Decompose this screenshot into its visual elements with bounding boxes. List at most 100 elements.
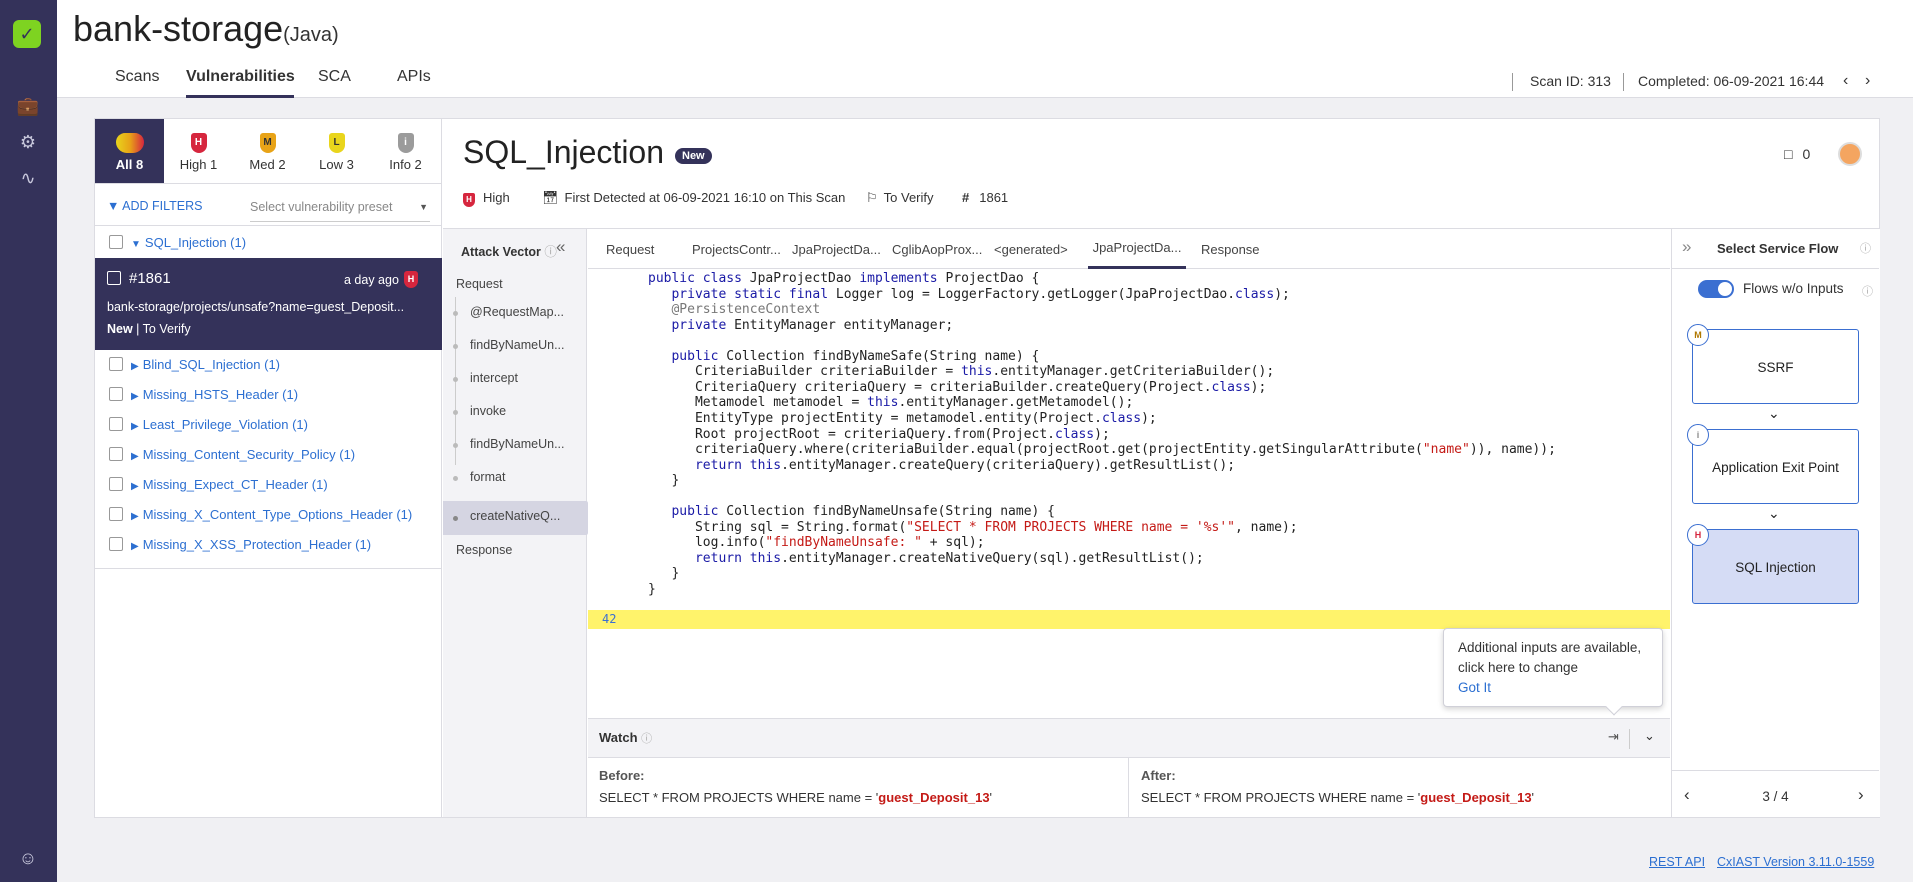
divider bbox=[1629, 729, 1630, 749]
high-severity-icon: H bbox=[190, 133, 207, 153]
severity-indicator: H High bbox=[463, 190, 510, 207]
vuln-group-missing-x-content-type[interactable]: ▶ Missing_X_Content_Type_Options_Header (… bbox=[109, 503, 412, 527]
chart-line-icon[interactable]: ∿ bbox=[16, 166, 40, 190]
code-tab[interactable]: ProjectsContr... bbox=[692, 242, 781, 257]
flows-toggle[interactable] bbox=[1698, 280, 1734, 298]
code-tab[interactable]: JpaProjectDa... bbox=[792, 242, 881, 257]
av-node[interactable]: format bbox=[470, 470, 505, 484]
high-severity-icon: H bbox=[463, 193, 475, 207]
av-node[interactable]: findByNameUn... bbox=[470, 338, 564, 352]
first-detected: 📅︎ First Detected at 06-09-2021 16:10 on … bbox=[542, 190, 846, 205]
vulnerability-preset-select[interactable]: Select vulnerability preset ▼ bbox=[250, 192, 430, 222]
code-line: } bbox=[648, 473, 680, 489]
flow-ssrf[interactable]: M SSRF bbox=[1687, 324, 1859, 404]
av-node[interactable]: invoke bbox=[470, 404, 506, 418]
tab-apis[interactable]: APIs bbox=[397, 68, 431, 98]
av-node[interactable]: intercept bbox=[470, 371, 518, 385]
av-node-response[interactable]: Response bbox=[456, 543, 512, 557]
av-dot bbox=[453, 344, 458, 349]
version-link[interactable]: CxIAST Version 3.11.0-1559 bbox=[1717, 855, 1874, 869]
got-it-link[interactable]: Got It bbox=[1458, 678, 1648, 698]
checkmarx-logo[interactable]: ✓ bbox=[13, 20, 41, 48]
help-icon[interactable]: ⓘ bbox=[641, 733, 652, 745]
severity-tab-info[interactable]: i Info 2 bbox=[371, 119, 440, 183]
code-tab-response[interactable]: Response bbox=[1201, 242, 1260, 257]
severity-tab-low[interactable]: L Low 3 bbox=[302, 119, 371, 183]
flow-next-button[interactable]: › bbox=[1858, 785, 1864, 805]
briefcase-icon[interactable]: 💼 bbox=[16, 94, 40, 118]
severity-tab-all[interactable]: All 8 bbox=[95, 119, 164, 183]
checkbox[interactable] bbox=[107, 271, 121, 285]
after-value: SELECT * FROM PROJECTS WHERE name = 'gue… bbox=[1141, 790, 1535, 805]
checkbox[interactable] bbox=[109, 417, 123, 431]
code-tab[interactable]: <generated> bbox=[994, 242, 1068, 257]
caret-right-icon: ▶ bbox=[131, 481, 139, 492]
help-icon[interactable]: ⓘ bbox=[1862, 283, 1873, 299]
av-node[interactable]: createNativeQ... bbox=[470, 509, 560, 523]
status-indicator[interactable]: ⚐ To Verify bbox=[866, 190, 934, 206]
vuln-group-sql-injection[interactable]: ▼ SQL_Injection (1) bbox=[109, 231, 246, 255]
flow-pager: 3 / 4 bbox=[1762, 789, 1789, 804]
expand-icon[interactable]: » bbox=[1682, 237, 1691, 257]
severity-tab-high[interactable]: H High 1 bbox=[164, 119, 233, 183]
project-title: bank-storage(Java) bbox=[73, 8, 339, 49]
vuln-group-missing-x-xss-protection[interactable]: ▶ Missing_X_XSS_Protection_Header (1) bbox=[109, 533, 371, 557]
side-rail: ✓ 💼 ⚙ ∿ ☺ bbox=[0, 0, 57, 882]
low-severity-icon: L bbox=[328, 133, 345, 153]
import-icon[interactable]: ⇥ bbox=[1608, 729, 1619, 745]
scan-prev-button[interactable]: ‹ bbox=[1843, 72, 1848, 90]
project-language: (Java) bbox=[283, 24, 339, 46]
vuln-group-least-privilege-violation[interactable]: ▶ Least_Privilege_Violation (1) bbox=[109, 413, 308, 437]
high-severity-icon: H bbox=[1687, 524, 1709, 546]
comments-button[interactable]: □ 0 bbox=[1784, 146, 1810, 162]
user-icon[interactable]: ☺ bbox=[16, 846, 40, 870]
medium-severity-icon: M bbox=[259, 133, 276, 153]
chevron-down-icon: ⌄ bbox=[1768, 505, 1780, 521]
flag-icon: ⚐ bbox=[866, 190, 878, 205]
service-flow-title: Select Service Flow bbox=[1717, 241, 1839, 256]
scan-next-button[interactable]: › bbox=[1865, 72, 1870, 90]
watch-header: Watch ⓘ ⇥ ⌄ bbox=[588, 718, 1670, 758]
flow-application-exit-point[interactable]: i Application Exit Point bbox=[1687, 424, 1859, 504]
checkbox[interactable] bbox=[109, 507, 123, 521]
av-node[interactable]: findByNameUn... bbox=[470, 437, 564, 451]
checkbox[interactable] bbox=[109, 357, 123, 371]
checkbox[interactable] bbox=[109, 477, 123, 491]
collapse-icon[interactable]: « bbox=[556, 237, 565, 257]
av-node[interactable]: @RequestMap... bbox=[470, 305, 564, 319]
checkbox[interactable] bbox=[109, 235, 123, 249]
vuln-group-blind-sql-injection[interactable]: ▶ Blind_SQL_Injection (1) bbox=[109, 353, 280, 377]
checkbox[interactable] bbox=[109, 387, 123, 401]
selected-vulnerability-item[interactable]: #1861 a day ago H bank-storage/projects/… bbox=[95, 258, 442, 350]
attack-vector-title: Attack Vector ⓘ bbox=[461, 245, 557, 259]
add-filters-button[interactable]: ▼︎ ADD FILTERS bbox=[107, 199, 203, 213]
caret-right-icon: ▶ bbox=[131, 421, 139, 432]
code-tab[interactable]: CglibAopProx... bbox=[892, 242, 982, 257]
code-line: return this.entityManager.createNativeQu… bbox=[694, 550, 1204, 566]
chevron-down-icon: ⌄ bbox=[1768, 405, 1780, 421]
tab-scans[interactable]: Scans bbox=[115, 68, 159, 98]
divider bbox=[1512, 73, 1513, 91]
checkbox[interactable] bbox=[109, 447, 123, 461]
checkbox[interactable] bbox=[109, 537, 123, 551]
av-dot bbox=[453, 410, 458, 415]
vuln-group-missing-hsts-header[interactable]: ▶ Missing_HSTS_Header (1) bbox=[109, 383, 298, 407]
severity-tab-medium[interactable]: M Med 2 bbox=[233, 119, 302, 183]
flow-sql-injection[interactable]: H SQL Injection bbox=[1687, 524, 1859, 604]
code-tab-active[interactable]: JpaProjectDa... bbox=[1088, 229, 1186, 269]
tab-sca[interactable]: SCA bbox=[318, 68, 351, 98]
before-value: SELECT * FROM PROJECTS WHERE name = 'gue… bbox=[599, 790, 993, 805]
attack-vector-panel: Attack Vector ⓘ « Request @RequestMap...… bbox=[443, 229, 597, 817]
chevron-down-icon[interactable]: ⌄ bbox=[1644, 728, 1655, 744]
vuln-group-missing-expect-ct[interactable]: ▶ Missing_Expect_CT_Header (1) bbox=[109, 473, 328, 497]
vulnerability-id: #1861 bbox=[962, 190, 1009, 205]
av-node-request[interactable]: Request bbox=[456, 277, 503, 291]
comment-icon: □ bbox=[1784, 146, 1793, 162]
code-tab-request[interactable]: Request bbox=[606, 242, 654, 257]
help-icon[interactable]: ⓘ bbox=[1860, 240, 1871, 256]
gear-icon[interactable]: ⚙ bbox=[16, 130, 40, 154]
vuln-group-missing-csp[interactable]: ▶ Missing_Content_Security_Policy (1) bbox=[109, 443, 355, 467]
avatar[interactable] bbox=[1838, 142, 1862, 166]
tab-vulnerabilities[interactable]: Vulnerabilities bbox=[186, 68, 295, 98]
rest-api-link[interactable]: REST API bbox=[1649, 855, 1705, 869]
